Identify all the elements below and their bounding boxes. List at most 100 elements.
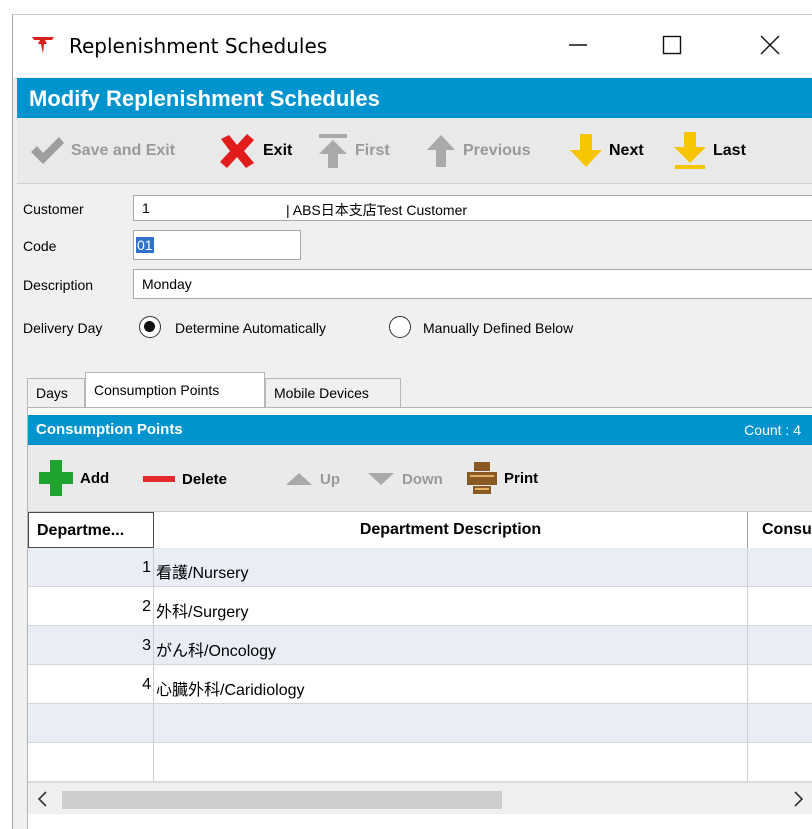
next-button[interactable]: Next bbox=[569, 133, 644, 169]
row-number: 1 bbox=[28, 548, 154, 587]
first-button[interactable]: First bbox=[317, 133, 390, 169]
option-determine-automatically: Determine Automatically bbox=[175, 320, 326, 336]
minimize-button[interactable] bbox=[555, 25, 601, 65]
tab-consumption-points-label: Consumption Points bbox=[94, 382, 220, 398]
minimize-icon bbox=[569, 44, 587, 46]
title-bar: Replenishment Schedules bbox=[13, 15, 812, 77]
up-button[interactable]: Up bbox=[284, 464, 340, 494]
table-row[interactable]: 4 心臓外科/Caridiology bbox=[28, 665, 812, 704]
table-row[interactable]: 1 看護/Nursery bbox=[28, 548, 812, 587]
row-number: 3 bbox=[28, 626, 154, 665]
panel-header: Consumption Points Count : 4 bbox=[28, 415, 812, 445]
column-header-consumption[interactable]: Consu bbox=[748, 512, 812, 548]
app-window: Replenishment Schedules Modify Replenish… bbox=[12, 14, 812, 829]
description-label: Description bbox=[23, 277, 94, 293]
down-label: Down bbox=[402, 470, 443, 488]
checkmark-icon bbox=[31, 137, 64, 164]
customer-label: Customer bbox=[23, 201, 84, 217]
horizontal-scrollbar[interactable] bbox=[28, 782, 812, 814]
panel-toolbar: Add Delete Up Down Print bbox=[28, 445, 812, 512]
first-label: First bbox=[355, 142, 390, 159]
row-number: 4 bbox=[28, 665, 154, 704]
row-number-empty bbox=[28, 704, 154, 743]
minus-icon bbox=[143, 476, 175, 482]
row-number-empty bbox=[28, 743, 154, 782]
customer-code: 1 bbox=[142, 200, 150, 216]
radio-determine-automatically[interactable] bbox=[139, 316, 161, 338]
empty-row bbox=[28, 743, 812, 782]
consumption-points-panel: Consumption Points Count : 4 Add Delete bbox=[27, 407, 812, 829]
column-header-department-label: Departme... bbox=[37, 522, 125, 539]
page-title: Modify Replenishment Schedules bbox=[17, 78, 812, 118]
triangle-down-icon bbox=[368, 473, 394, 485]
row-description: 外科/Surgery bbox=[154, 587, 748, 626]
previous-label: Previous bbox=[463, 142, 531, 159]
row-consumption bbox=[748, 626, 812, 665]
add-button[interactable]: Add bbox=[38, 458, 109, 498]
maximize-icon bbox=[662, 35, 682, 55]
last-arrow-icon bbox=[674, 132, 706, 169]
maximize-button[interactable] bbox=[649, 25, 695, 65]
code-label: Code bbox=[23, 238, 57, 254]
record-count: Count : 4 bbox=[744, 422, 801, 438]
code-field[interactable]: 01 bbox=[133, 230, 301, 260]
customer-field[interactable]: 1 | ABS日本支店Test Customer bbox=[133, 195, 812, 221]
table-row[interactable]: 2 外科/Surgery bbox=[28, 587, 812, 626]
column-header-description[interactable]: Department Description bbox=[154, 512, 748, 548]
table-row[interactable]: 3 がん科/Oncology bbox=[28, 626, 812, 665]
scrollbar-thumb[interactable] bbox=[62, 791, 502, 809]
delivery-day-label: Delivery Day bbox=[23, 320, 103, 336]
window-title: Replenishment Schedules bbox=[69, 34, 328, 58]
last-button[interactable]: Last bbox=[673, 132, 746, 169]
triangle-up-icon bbox=[286, 473, 312, 485]
print-button[interactable]: Print bbox=[466, 460, 538, 496]
row-consumption bbox=[748, 665, 812, 704]
delete-button[interactable]: Delete bbox=[142, 464, 227, 494]
previous-button[interactable]: Previous bbox=[425, 133, 531, 169]
scroll-right-arrow-icon[interactable] bbox=[789, 789, 807, 809]
exit-button[interactable]: Exit bbox=[217, 133, 292, 169]
row-description: がん科/Oncology bbox=[154, 626, 748, 665]
close-icon bbox=[760, 35, 780, 55]
row-number: 2 bbox=[28, 587, 154, 626]
code-value-selected: 01 bbox=[136, 237, 154, 253]
row-description: 看護/Nursery bbox=[154, 548, 748, 587]
row-consumption bbox=[748, 587, 812, 626]
last-label: Last bbox=[713, 142, 746, 159]
plus-icon bbox=[39, 460, 73, 496]
description-field[interactable]: Monday bbox=[133, 269, 812, 299]
scroll-left-arrow-icon[interactable] bbox=[34, 789, 52, 809]
tab-mobile-devices[interactable]: Mobile Devices bbox=[265, 378, 401, 408]
radio-manually-defined[interactable] bbox=[389, 316, 411, 338]
main-toolbar: Save and Exit Exit First Previous Next L… bbox=[17, 118, 812, 184]
tab-days[interactable]: Days bbox=[27, 378, 85, 408]
panel-title: Consumption Points bbox=[36, 421, 183, 438]
delete-label: Delete bbox=[182, 470, 228, 488]
close-button[interactable] bbox=[747, 25, 793, 65]
red-x-icon bbox=[220, 134, 254, 168]
printer-icon bbox=[467, 462, 497, 494]
add-label: Add bbox=[80, 469, 110, 487]
option-manually-defined: Manually Defined Below bbox=[423, 320, 574, 336]
tab-days-label: Days bbox=[36, 385, 68, 401]
first-arrow-icon bbox=[319, 134, 347, 168]
print-label: Print bbox=[504, 469, 539, 487]
exit-label: Exit bbox=[263, 142, 293, 159]
app-logo-icon bbox=[31, 35, 55, 55]
column-header-department[interactable]: Departme... bbox=[28, 512, 154, 548]
tab-consumption-points[interactable]: Consumption Points bbox=[85, 372, 265, 408]
column-header-consumption-label: Consu bbox=[762, 521, 812, 538]
row-description-empty bbox=[154, 704, 748, 743]
next-label: Next bbox=[609, 142, 644, 159]
down-button[interactable]: Down bbox=[366, 464, 443, 494]
description-value: Monday bbox=[142, 276, 192, 292]
consumption-points-grid: Departme... Department Description Consu… bbox=[28, 512, 812, 782]
row-description-empty bbox=[154, 743, 748, 782]
customer-name: | ABS日本支店Test Customer bbox=[286, 202, 468, 218]
up-arrow-icon bbox=[427, 135, 455, 167]
row-description: 心臓外科/Caridiology bbox=[154, 665, 748, 704]
save-and-exit-button[interactable]: Save and Exit bbox=[29, 133, 175, 169]
empty-row bbox=[28, 704, 812, 743]
down-arrow-icon bbox=[570, 134, 602, 167]
up-label: Up bbox=[320, 470, 340, 488]
